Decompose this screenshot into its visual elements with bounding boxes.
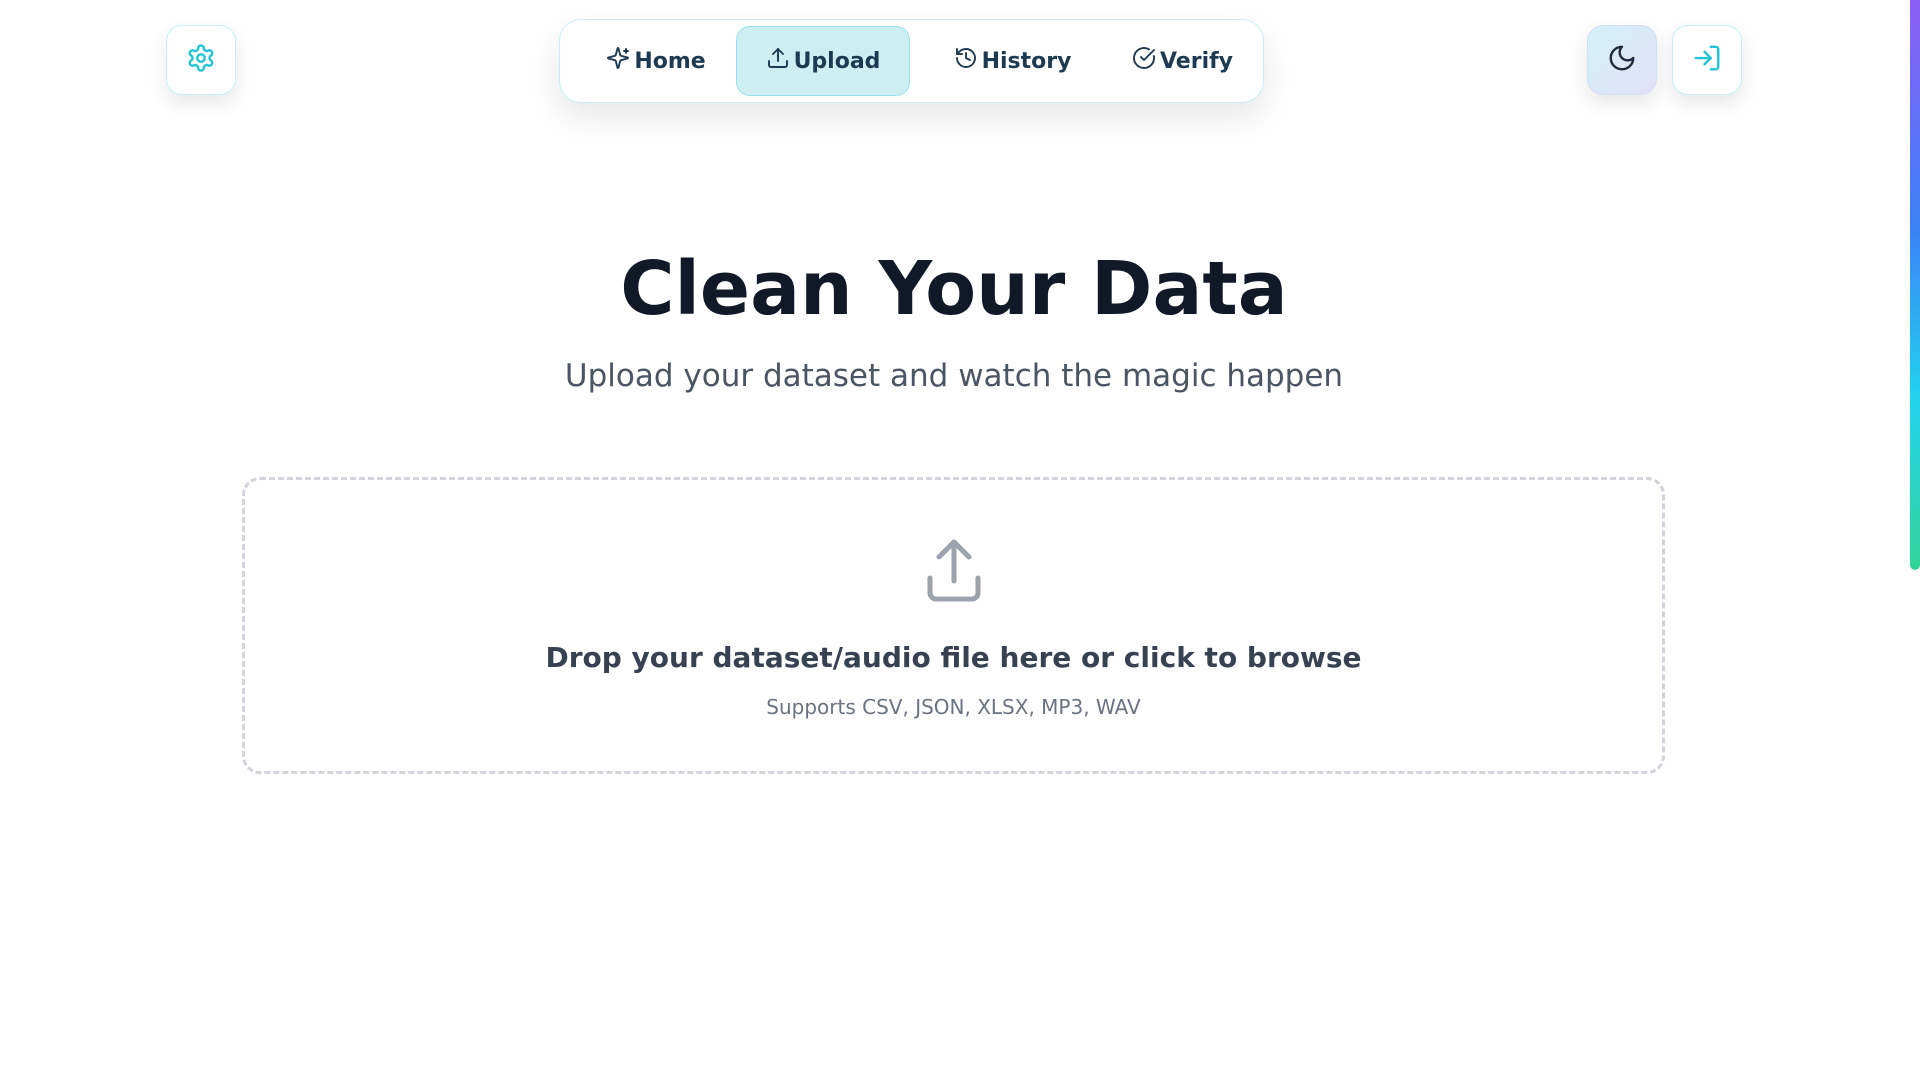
page-subtitle: Upload your dataset and watch the magic …: [564, 358, 1344, 394]
nav-tab-label: Home: [634, 48, 706, 74]
sparkles-icon: [606, 46, 630, 76]
nav-tab-history[interactable]: History: [925, 26, 1100, 96]
moon-icon: [1607, 43, 1637, 77]
scrollbar-thumb[interactable]: [1910, 0, 1920, 570]
nav-tab-home[interactable]: Home: [586, 26, 726, 96]
dropzone-supported-formats: Supports CSV, JSON, XLSX, MP3, WAV: [766, 695, 1141, 719]
page-title: Clean Your Data: [620, 246, 1288, 332]
log-in-icon: [1692, 43, 1722, 77]
dropzone-title: Drop your dataset/audio file here or cli…: [545, 641, 1362, 674]
page: Home Upload History Verify Clean Your Da…: [0, 0, 1920, 1080]
upload-icon: [918, 536, 990, 612]
main-nav: Home Upload History Verify: [559, 19, 1264, 103]
gear-icon: [186, 43, 216, 77]
upload-icon: [766, 46, 790, 76]
nav-tab-verify[interactable]: Verify: [1105, 26, 1260, 96]
file-dropzone[interactable]: Drop your dataset/audio file here or cli…: [242, 477, 1665, 774]
check-circle-icon: [1132, 46, 1156, 76]
nav-tab-label: History: [981, 48, 1072, 74]
history-icon: [954, 46, 978, 76]
login-button[interactable]: [1672, 25, 1742, 95]
page-scrollbar[interactable]: [1910, 0, 1920, 1080]
nav-tab-label: Verify: [1159, 48, 1234, 74]
theme-toggle-button[interactable]: [1587, 25, 1657, 95]
nav-tab-label: Upload: [793, 48, 881, 74]
settings-button[interactable]: [166, 25, 236, 95]
nav-tab-upload[interactable]: Upload: [736, 26, 910, 96]
